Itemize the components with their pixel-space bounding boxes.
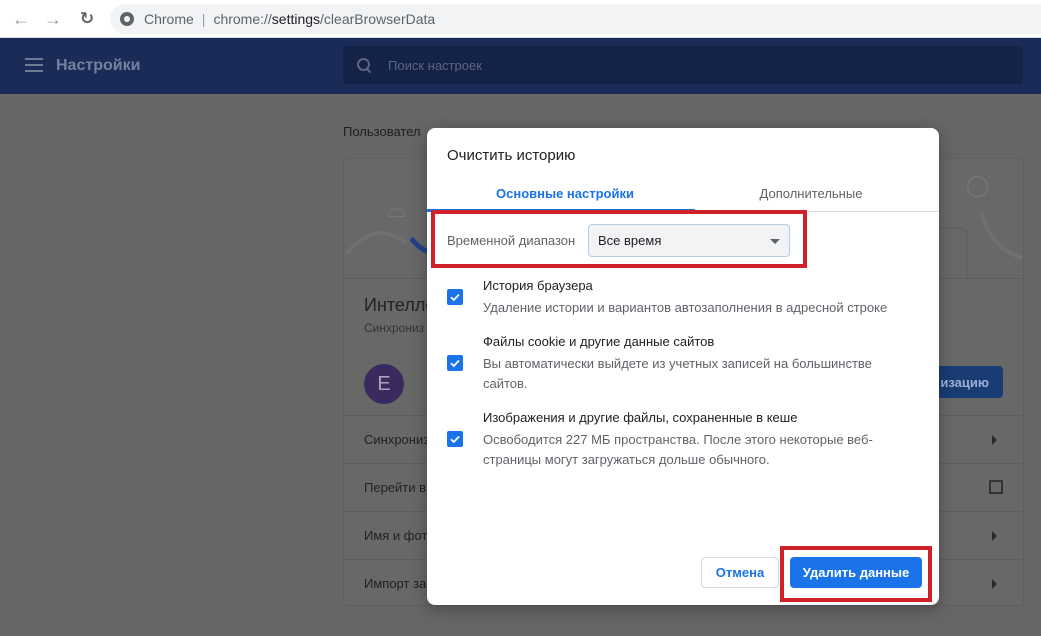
url-prefix: chrome:// bbox=[213, 11, 272, 27]
option-description: Удаление истории и вариантов автозаполне… bbox=[483, 300, 888, 315]
tab-basic[interactable]: Основные настройки bbox=[437, 174, 693, 212]
checkmark-icon bbox=[450, 359, 460, 368]
arrow-right-icon bbox=[992, 435, 997, 445]
arrow-right-icon bbox=[992, 531, 997, 541]
dialog-title: Очистить историю bbox=[447, 147, 576, 164]
row-label: Импорт за bbox=[364, 576, 427, 591]
option-description: Освободится 227 МБ пространства. После э… bbox=[483, 432, 873, 467]
avatar: E bbox=[364, 364, 404, 404]
checkmark-icon bbox=[450, 293, 460, 302]
row-label: Перейти в bbox=[364, 480, 427, 495]
search-icon bbox=[357, 58, 371, 72]
search-placeholder: Поиск настроек bbox=[388, 57, 482, 73]
arrow-right-icon bbox=[992, 579, 997, 589]
tab-advanced[interactable]: Дополнительные bbox=[683, 174, 939, 212]
arrow-right-icon: → bbox=[44, 8, 62, 29]
settings-search-input[interactable]: Поиск настроек bbox=[343, 46, 1023, 84]
address-bar[interactable]: Chrome | chrome://settings/clearBrowserD… bbox=[110, 4, 1041, 34]
option-description: Вы автоматически выйдете из учетных запи… bbox=[483, 356, 872, 391]
card-heading: Интелле bbox=[364, 295, 436, 315]
site-label: Chrome bbox=[144, 11, 194, 27]
option-title: Изображения и другие файлы, сохраненные … bbox=[483, 410, 798, 425]
highlight-delete-button bbox=[780, 546, 932, 602]
clear-browsing-data-dialog: Очистить историю Основные настройки Допо… bbox=[427, 128, 939, 605]
cached-files-checkbox[interactable] bbox=[447, 431, 463, 447]
row-label: Синхрониз bbox=[364, 432, 430, 447]
settings-header: Настройки Поиск настроек bbox=[0, 38, 1041, 94]
reload-button[interactable]: ↻ bbox=[76, 8, 98, 30]
forward-button[interactable]: → bbox=[42, 8, 64, 30]
url-path: /clearBrowserData bbox=[320, 11, 436, 27]
section-title: Пользовател bbox=[343, 124, 421, 139]
settings-title: Настройки bbox=[56, 57, 141, 74]
address-separator: | bbox=[201, 11, 206, 27]
chrome-icon bbox=[120, 12, 134, 26]
external-link-icon bbox=[989, 480, 1003, 494]
browser-toolbar: ← → ↻ Chrome | chrome://settings/clearBr… bbox=[0, 0, 1041, 38]
arrow-left-icon: ← bbox=[12, 8, 30, 29]
url-host: settings bbox=[271, 11, 321, 27]
cancel-button[interactable]: Отмена bbox=[701, 557, 779, 588]
checkmark-icon bbox=[450, 435, 460, 444]
url-text: chrome://settings/clearBrowserData bbox=[213, 11, 435, 27]
row-label: Имя и фот bbox=[364, 528, 428, 543]
option-title: История браузера bbox=[483, 278, 593, 293]
cookies-checkbox[interactable] bbox=[447, 355, 463, 371]
dialog-tabs: Основные настройки Дополнительные bbox=[427, 174, 939, 212]
browsing-history-checkbox[interactable] bbox=[447, 289, 463, 305]
option-title: Файлы cookie и другие данные сайтов bbox=[483, 334, 715, 349]
hamburger-menu-icon[interactable] bbox=[25, 58, 43, 72]
reload-icon: ↻ bbox=[79, 9, 95, 28]
card-subtitle: Синхрониз bbox=[364, 321, 425, 335]
highlight-time-range bbox=[431, 210, 807, 268]
back-button[interactable]: ← bbox=[10, 8, 32, 30]
